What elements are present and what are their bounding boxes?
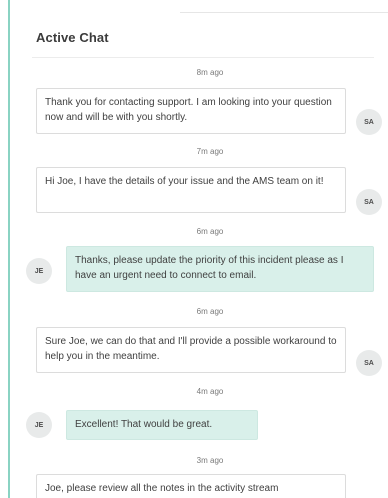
message-timestamp: 7m ago	[196, 147, 224, 156]
message-timestamp: 8m ago	[196, 68, 224, 77]
message-timestamp: 3m ago	[196, 456, 224, 465]
user-avatar: JE	[26, 258, 52, 284]
accent-border	[8, 0, 10, 498]
message-timestamp: 6m ago	[196, 307, 224, 316]
panel-title: Active Chat	[36, 30, 109, 45]
agent-avatar: SA	[356, 109, 382, 135]
active-chat-panel: Active Chat 8m ago Thank you for contact…	[22, 0, 382, 498]
user-message-bubble: Excellent! That would be great.	[66, 410, 258, 440]
message-timestamp: 4m ago	[196, 387, 224, 396]
user-avatar: JE	[26, 412, 52, 438]
agent-message-bubble: Hi Joe, I have the details of your issue…	[36, 167, 346, 213]
chat-window: Active Chat 8m ago Thank you for contact…	[0, 0, 388, 498]
agent-message-bubble: Thank you for contacting support. I am l…	[36, 88, 346, 134]
user-message-bubble: Thanks, please update the priority of th…	[66, 246, 374, 292]
agent-avatar: SA	[356, 189, 382, 215]
message-timestamp: 6m ago	[196, 227, 224, 236]
agent-message-bubble: Sure Joe, we can do that and I'll provid…	[36, 327, 346, 373]
title-divider	[32, 57, 374, 58]
agent-message-bubble: Joe, please review all the notes in the …	[36, 474, 346, 498]
agent-avatar: SA	[356, 350, 382, 376]
